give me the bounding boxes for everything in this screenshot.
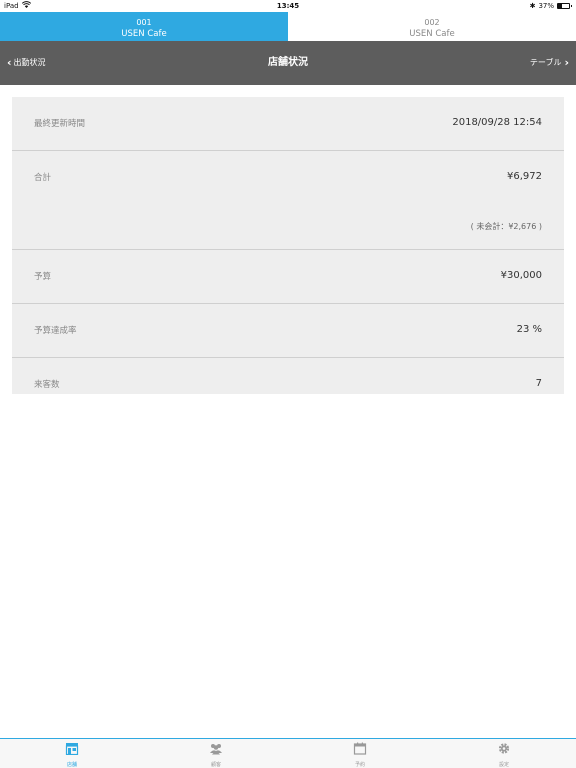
budget-label: 予算	[34, 272, 52, 282]
store-tab-002[interactable]: 002 USEN Cafe	[288, 12, 576, 41]
tab-store-label: 店舗	[66, 761, 77, 768]
store-status-panel: 最終更新時間 2018/09/28 12:54 合計 ¥6,972 ( 未会計：…	[12, 97, 564, 394]
tab-reservations[interactable]: 予約	[288, 739, 432, 768]
store-icon	[65, 740, 79, 759]
store-tab-number: 002	[424, 18, 440, 27]
tab-store[interactable]: 店舗	[0, 739, 144, 768]
last-update-row: 最終更新時間 2018/09/28 12:54	[12, 97, 564, 151]
total-value: ¥6,972	[507, 171, 542, 182]
budget-row: 予算 ¥30,000	[12, 250, 564, 304]
store-tab-number: 001	[136, 18, 152, 27]
total-label: 合計	[34, 173, 52, 183]
achievement-value: 23 %	[516, 324, 542, 335]
budget-value: ¥30,000	[500, 270, 542, 281]
status-right: ✱ 37%	[529, 0, 572, 12]
status-bar: iPad 13:45 ✱ 37%	[0, 0, 576, 12]
navbar: ‹ 出勤状況 店舗状況 テーブル ›	[0, 41, 576, 85]
last-update-label: 最終更新時間	[34, 119, 86, 129]
store-tab-001[interactable]: 001 USEN Cafe	[0, 12, 288, 41]
tab-settings-label: 設定	[498, 761, 509, 768]
customers-icon	[209, 740, 223, 759]
tab-customers-label: 顧客	[210, 761, 221, 768]
achievement-label: 予算達成率	[34, 326, 77, 336]
tab-bar: 店舗 顧客 予約 設定	[0, 738, 576, 768]
tab-reservations-label: 予約	[354, 761, 365, 768]
forward-button[interactable]: テーブル ›	[530, 41, 569, 85]
tab-customers[interactable]: 顧客	[144, 739, 288, 768]
status-time: 13:45	[276, 2, 300, 10]
last-update-value: 2018/09/28 12:54	[452, 117, 542, 128]
store-tab-name: USEN Cafe	[409, 29, 455, 39]
visitors-row: 来客数 7	[12, 358, 564, 394]
forward-label: テーブル	[529, 58, 562, 67]
bluetooth-icon: ✱	[529, 2, 536, 10]
chevron-right-icon: ›	[564, 56, 569, 69]
battery-percent: 37%	[538, 2, 554, 10]
total-row: 合計 ¥6,972 ( 未会計：¥2,676 )	[12, 151, 564, 250]
page-title: 店舗状況	[268, 57, 308, 68]
unpaid-note: ( 未会計：¥2,676 )	[470, 222, 542, 231]
visitors-label: 来客数	[34, 380, 60, 390]
achievement-row: 予算達成率 23 %	[12, 304, 564, 358]
store-tab-name: USEN Cafe	[121, 29, 167, 39]
gear-icon	[497, 740, 511, 759]
store-tabs: 001 USEN Cafe 002 USEN Cafe	[0, 12, 576, 41]
calendar-icon	[353, 740, 367, 759]
visitors-value: 7	[535, 378, 542, 389]
tab-settings[interactable]: 設定	[432, 739, 576, 768]
battery-icon	[557, 3, 572, 9]
